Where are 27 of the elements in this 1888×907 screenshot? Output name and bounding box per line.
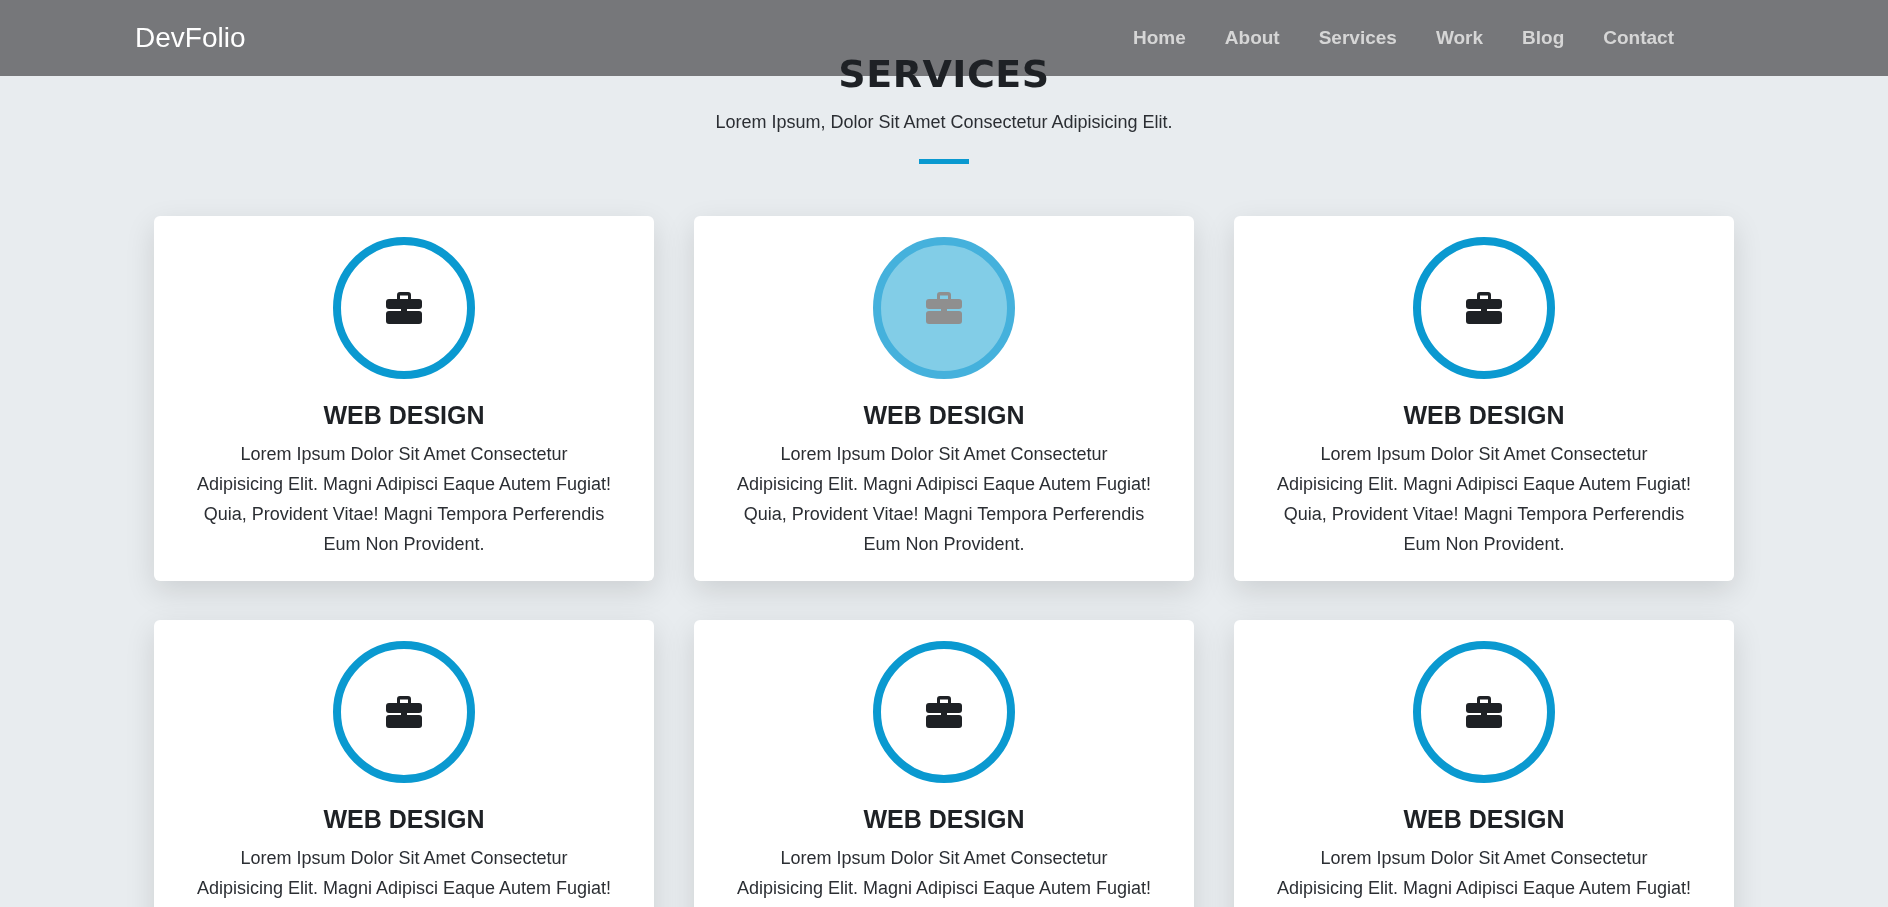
nav-link[interactable]: Services (1318, 27, 1397, 49)
brand-logo[interactable]: DevFolio (135, 22, 246, 54)
nav-link[interactable]: Home (1133, 27, 1186, 49)
briefcase-icon (1465, 291, 1503, 325)
card-text: Lorem Ipsum Dolor Sit Amet Consectetur Adipisicing Elit. Magni Adipisci Eaque Autem Fugiat! Quia, Provident Vitae! Magni Tempora Perferendis Eum Non Provident. (735, 443, 1153, 556)
card-title: WEB DESIGN (1403, 401, 1565, 430)
card-title: WEB DESIGN (863, 805, 1025, 834)
title-underline (919, 159, 969, 164)
card-title: WEB DESIGN (1403, 805, 1565, 834)
card-text: Lorem Ipsum Dolor Sit Amet Consectetur Adipisicing Elit. Magni Adipisci Eaque Autem Fugiat! (195, 847, 613, 900)
briefcase-icon (925, 291, 963, 325)
card-text: Lorem Ipsum Dolor Sit Amet Consectetur Adipisicing Elit. Magni Adipisci Eaque Autem Fugiat! (1275, 847, 1693, 900)
section-subtitle: Lorem Ipsum, Dolor Sit Amet Consectetur Adipisicing Elit. (715, 112, 1173, 133)
card-title: WEB DESIGN (863, 401, 1025, 430)
nav-link[interactable]: Blog (1522, 27, 1565, 49)
briefcase-icon (385, 695, 423, 729)
briefcase-icon (385, 291, 423, 325)
card-title: WEB DESIGN (323, 401, 485, 430)
briefcase-icon (1465, 695, 1503, 729)
briefcase-icon (925, 695, 963, 729)
nav-link[interactable]: About (1224, 27, 1280, 49)
card-text: Lorem Ipsum Dolor Sit Amet Consectetur Adipisicing Elit. Magni Adipisci Eaque Autem Fugiat! (735, 847, 1153, 900)
card-text: Lorem Ipsum Dolor Sit Amet Consectetur Adipisicing Elit. Magni Adipisci Eaque Autem Fugiat! Quia, Provident Vitae! Magni Tempora Perferendis Eum Non Provident. (1275, 443, 1693, 556)
nav-link[interactable]: Work (1435, 27, 1484, 49)
card-text: Lorem Ipsum Dolor Sit Amet Consectetur Adipisicing Elit. Magni Adipisci Eaque Autem Fugiat! Quia, Provident Vitae! Magni Tempora Perferendis Eum Non Provident. (195, 443, 613, 556)
nav-link[interactable]: Contact (1603, 27, 1674, 49)
card-title: WEB DESIGN (323, 805, 485, 834)
